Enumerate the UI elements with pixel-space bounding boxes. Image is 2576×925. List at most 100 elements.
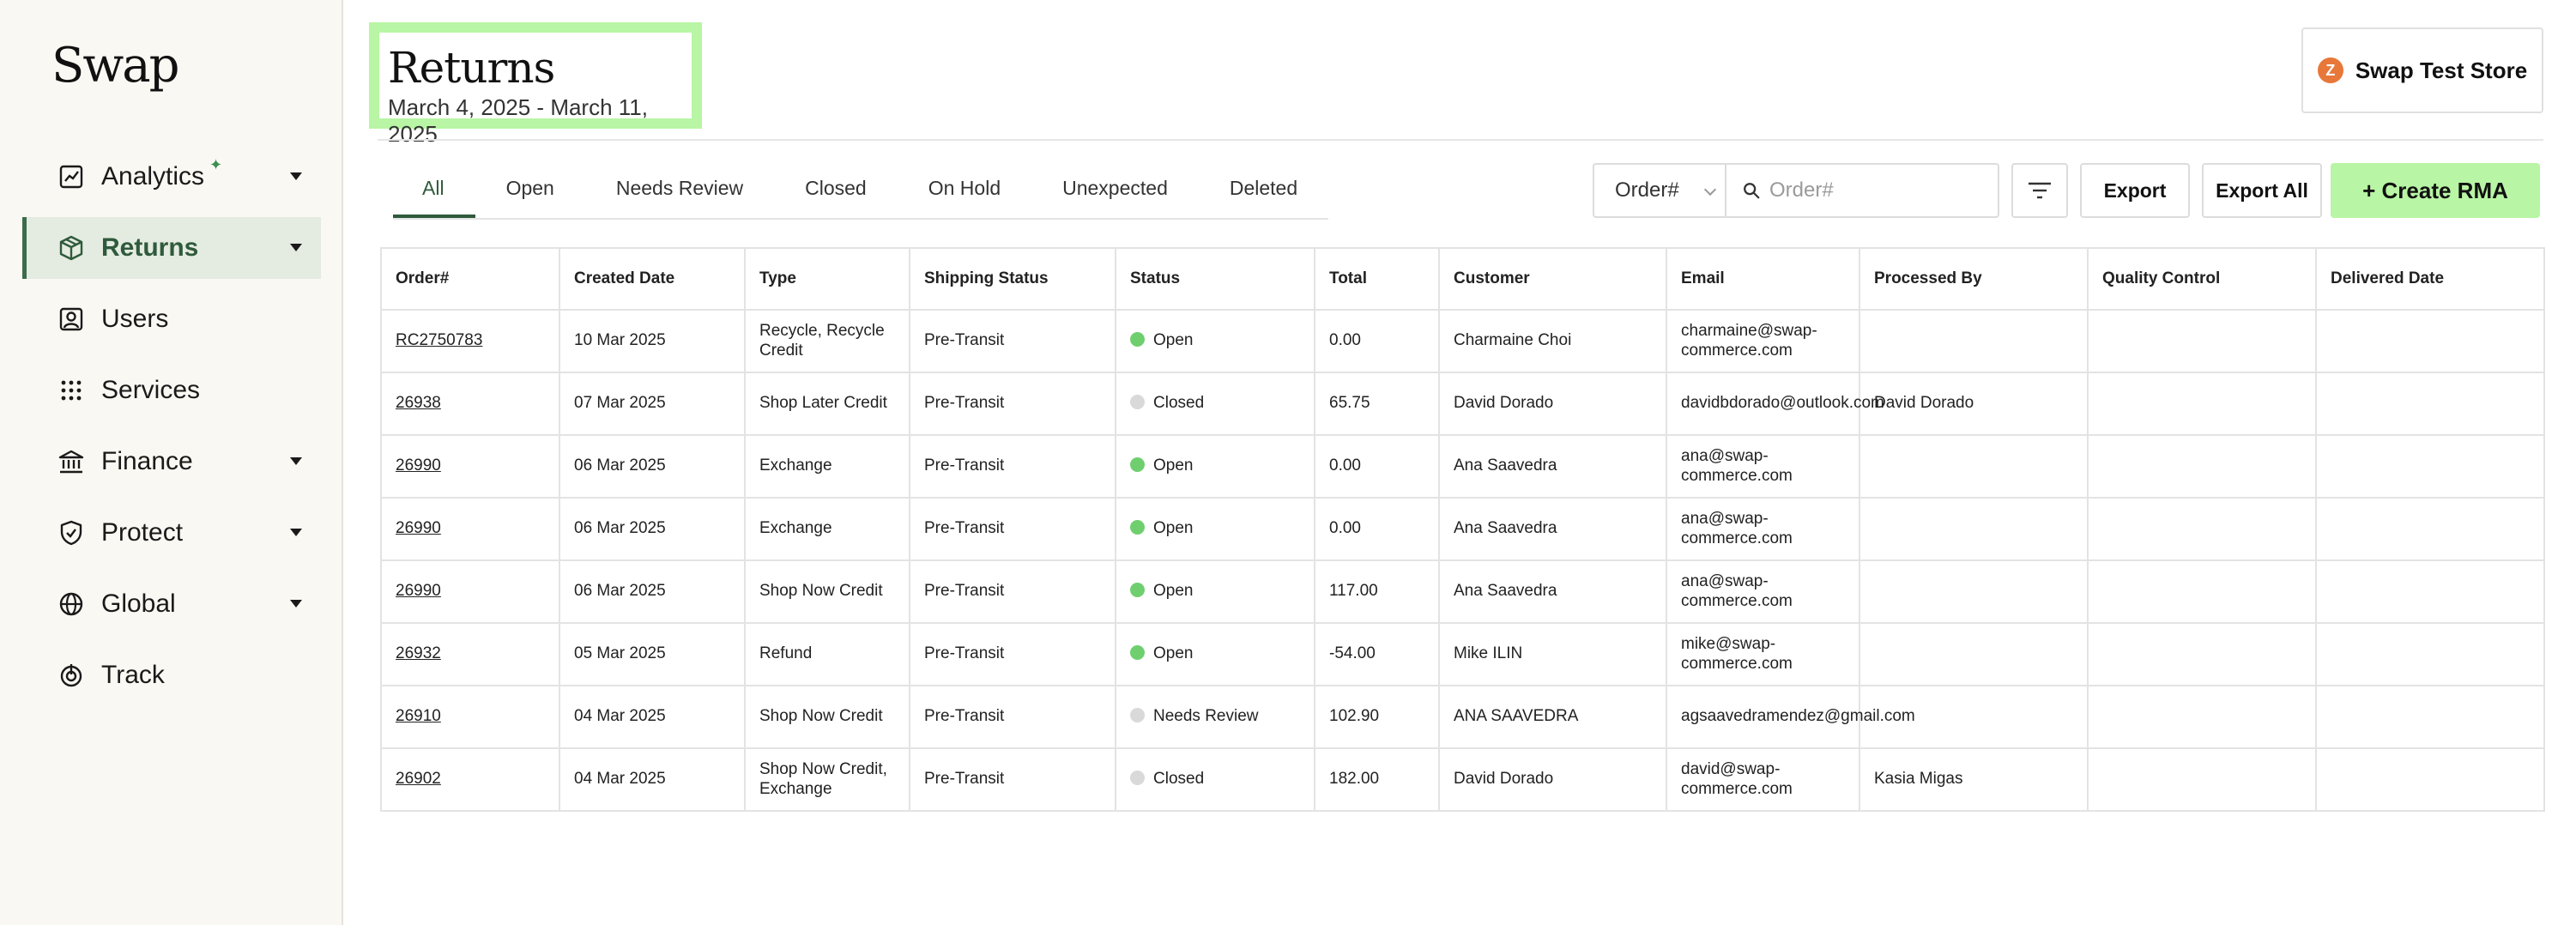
cell-processed-by (1859, 497, 2089, 561)
cell-shipping: Pre-Transit (909, 622, 1116, 686)
caret-down-icon[interactable] (290, 600, 302, 608)
column-header[interactable]: Shipping Status (909, 247, 1116, 311)
sidebar-item-services[interactable]: Services (22, 360, 321, 421)
sidebar-item-users[interactable]: Users (22, 288, 321, 350)
table-row[interactable]: 26990 06 Mar 2025 Exchange Pre-Transit Open 0… (380, 497, 2545, 561)
column-header[interactable]: Email (1666, 247, 1860, 311)
table-row[interactable]: 26932 05 Mar 2025 Refund Pre-Transit Open -54… (380, 622, 2545, 686)
sidebar-item-protect[interactable]: Protect (22, 502, 321, 564)
filter-button[interactable] (2011, 163, 2068, 218)
column-header[interactable]: Processed By (1859, 247, 2089, 311)
cell-processed-by (1859, 622, 2089, 686)
column-header[interactable]: Quality Control (2087, 247, 2317, 311)
order-link[interactable]: 26932 (396, 644, 441, 662)
sidebar-item-analytics[interactable]: Analytics ✦ (22, 146, 321, 208)
sidebar-item-track[interactable]: Track (22, 644, 321, 706)
order-link[interactable]: 26990 (396, 582, 441, 600)
column-header[interactable]: Order# (380, 247, 560, 311)
column-header[interactable]: Status (1115, 247, 1315, 311)
cell-type: Recycle, Recycle Credit (744, 309, 910, 373)
tab-needs-review[interactable]: Needs Review (585, 165, 774, 218)
cell-order: RC2750783 (380, 309, 560, 373)
cell-order: 26902 (380, 747, 560, 812)
order-link[interactable]: 26938 (396, 394, 441, 412)
export-button[interactable]: Export (2080, 163, 2190, 218)
globe-icon (57, 589, 86, 619)
cell-shipping: Pre-Transit (909, 309, 1116, 373)
cell-status: Open (1115, 622, 1315, 686)
order-link[interactable]: 26990 (396, 456, 441, 475)
search-box[interactable] (1725, 163, 1999, 218)
caret-down-icon[interactable] (290, 244, 302, 251)
cell-total: 0.00 (1314, 434, 1440, 499)
cell-quality-control (2087, 747, 2317, 812)
order-link[interactable]: 26902 (396, 770, 441, 788)
sidebar-item-returns[interactable]: Returns (22, 217, 321, 279)
cell-processed-by (1859, 434, 2089, 499)
sidebar-item-label: Analytics (101, 162, 205, 190)
search-icon (1744, 183, 1760, 199)
status-dot-icon (1130, 395, 1145, 410)
status-dot-icon (1130, 645, 1145, 661)
create-rma-button[interactable]: + Create RMA (2331, 163, 2540, 218)
column-header[interactable]: Created Date (559, 247, 746, 311)
cell-email: ana@swap-commerce.com (1666, 559, 1860, 624)
cell-email: ana@swap-commerce.com (1666, 497, 1860, 561)
cell-created: 04 Mar 2025 (559, 747, 746, 812)
cell-status: Open (1115, 309, 1315, 373)
status-text: Open (1153, 456, 1194, 475)
status-text: Open (1153, 644, 1194, 663)
search-field-select[interactable]: Order# (1593, 163, 1726, 218)
table-row[interactable]: RC2750783 10 Mar 2025 Recycle, Recycle Cre… (380, 309, 2545, 373)
caret-down-icon[interactable] (290, 529, 302, 536)
order-link[interactable]: 26910 (396, 707, 441, 725)
cell-total: 65.75 (1314, 372, 1440, 436)
sidebar-item-global[interactable]: Global (22, 573, 321, 635)
cell-quality-control (2087, 497, 2317, 561)
cell-customer: Ana Saavedra (1438, 497, 1667, 561)
table-row[interactable]: 26990 06 Mar 2025 Shop Now Credit Pre-Trans… (380, 559, 2545, 624)
app-logo[interactable]: Swap (51, 38, 180, 94)
export-all-button[interactable]: Export All (2202, 163, 2322, 218)
column-header[interactable]: Total (1314, 247, 1440, 311)
cell-delivered (2315, 685, 2545, 749)
table-header-row: Order# Created Date Type Shipping Status Sta… (380, 247, 2545, 311)
column-header[interactable]: Customer (1438, 247, 1667, 311)
tab-closed[interactable]: Closed (774, 165, 898, 218)
cell-email: charmaine@swap-commerce.com (1666, 309, 1860, 373)
tab-deleted[interactable]: Deleted (1199, 165, 1328, 218)
order-link[interactable]: 26990 (396, 519, 441, 537)
column-header[interactable]: Type (744, 247, 910, 311)
search-input[interactable] (1769, 178, 1984, 203)
cell-total: 0.00 (1314, 497, 1440, 561)
cell-shipping: Pre-Transit (909, 559, 1116, 624)
sidebar-item-finance[interactable]: Finance (22, 431, 321, 493)
order-link[interactable]: RC2750783 (396, 331, 482, 349)
cell-type: Exchange (744, 497, 910, 561)
store-switcher-button[interactable]: Z Swap Test Store (2301, 27, 2543, 113)
table-row[interactable]: 26990 06 Mar 2025 Exchange Pre-Transit Open 0… (380, 434, 2545, 499)
sidebar-item-label: Users (101, 305, 169, 333)
sidebar-item-label: Global (101, 589, 176, 618)
caret-down-icon[interactable] (290, 457, 302, 465)
tab-open[interactable]: Open (475, 165, 585, 218)
cell-delivered (2315, 747, 2545, 812)
cell-processed-by: David Dorado (1859, 372, 2089, 436)
table-row[interactable]: 26902 04 Mar 2025 Shop Now Credit, Exchang… (380, 747, 2545, 812)
status-text: Closed (1153, 770, 1205, 789)
table-row[interactable]: 26910 04 Mar 2025 Shop Now Credit Pre-Trans… (380, 685, 2545, 749)
cell-created: 06 Mar 2025 (559, 497, 746, 561)
cell-quality-control (2087, 685, 2317, 749)
tab-all[interactable]: All (393, 165, 475, 218)
grid-dots-icon (57, 376, 86, 405)
cell-quality-control (2087, 372, 2317, 436)
column-header[interactable]: Delivered Date (2315, 247, 2545, 311)
status-dot-icon (1130, 583, 1145, 598)
caret-down-icon[interactable] (290, 172, 302, 180)
tab-on-hold[interactable]: On Hold (898, 165, 1031, 218)
sidebar-item-label: Protect (101, 518, 184, 547)
tab-unexpected[interactable]: Unexpected (1031, 165, 1199, 218)
cell-delivered (2315, 497, 2545, 561)
cell-created: 07 Mar 2025 (559, 372, 746, 436)
table-row[interactable]: 26938 07 Mar 2025 Shop Later Credit Pre-Tra… (380, 372, 2545, 436)
